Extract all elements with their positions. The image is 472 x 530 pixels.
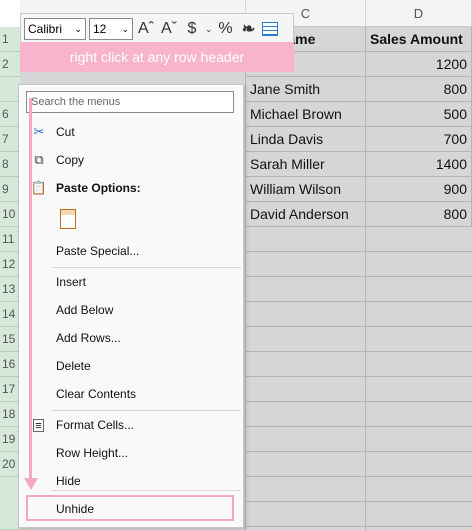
menu-search-input[interactable]: Search the menus	[26, 91, 234, 113]
row-header[interactable]: 18	[0, 402, 20, 427]
row-header[interactable]: 9	[0, 177, 20, 202]
table-cell[interactable]: 1200	[366, 52, 472, 77]
menu-item-add-below[interactable]: Add Below	[19, 297, 243, 323]
paste-icon	[60, 209, 76, 229]
menu-item-clear-contents[interactable]: Clear Contents	[19, 381, 243, 407]
row-header[interactable]: 19	[0, 427, 20, 452]
table-cell[interactable]: Jane Smith	[246, 77, 366, 102]
table-cell[interactable]: 800	[366, 202, 472, 227]
menu-item-paste-options: 📋 Paste Options:	[19, 175, 243, 201]
row-header[interactable]: 7	[0, 127, 20, 152]
chevron-down-icon[interactable]: ⌄	[205, 24, 213, 35]
font-size-value: 12	[93, 22, 107, 36]
clipboard-icon: 📋	[30, 180, 48, 195]
menu-item-label: Row Height...	[56, 446, 129, 460]
table-cell[interactable]: 900	[366, 177, 472, 202]
row-header[interactable]: 11	[0, 227, 20, 252]
menu-item-label: Paste Options:	[56, 181, 141, 195]
table-cell[interactable]: Sarah Miller	[246, 152, 366, 177]
arrow-down-icon	[24, 478, 38, 490]
row-header[interactable]: 13	[0, 277, 20, 302]
menu-item-label: Cut	[56, 125, 75, 139]
table-cell[interactable]: 500	[366, 102, 472, 127]
row-header[interactable]: 15	[0, 327, 20, 352]
column-header-d[interactable]: D	[366, 0, 472, 27]
row-header[interactable]: 16	[0, 352, 20, 377]
menu-separator	[51, 490, 241, 491]
row-header[interactable]: 8	[0, 152, 20, 177]
format-cells-icon: ≡	[33, 419, 44, 432]
menu-item-insert[interactable]: Insert	[19, 269, 243, 295]
menu-item-add-rows[interactable]: Add Rows...	[19, 325, 243, 351]
table-cell[interactable]: David Anderson	[246, 202, 366, 227]
row-header[interactable]	[0, 477, 20, 530]
menu-item-label: Add Rows...	[56, 331, 121, 345]
unhide-highlight-box	[26, 495, 234, 521]
row-header[interactable]: 6	[0, 102, 20, 127]
font-name-value: Calibri	[28, 22, 63, 36]
menu-item-label: Delete	[56, 359, 91, 373]
column-header-label: D	[413, 5, 424, 21]
menu-item-label: Paste Special...	[56, 244, 140, 258]
copy-icon: ⧉	[34, 152, 44, 167]
chevron-down-icon: ⌄	[121, 23, 129, 34]
comma-style-icon[interactable]: ❧	[239, 19, 259, 39]
menu-item-label: Hide	[56, 474, 81, 488]
scissors-icon: ✂	[33, 124, 45, 139]
menu-item-label: Format Cells...	[56, 418, 135, 432]
menu-item-label: Insert	[56, 275, 87, 289]
row-header[interactable]	[0, 77, 20, 102]
paste-option-button[interactable]	[55, 205, 81, 233]
menu-item-label: Add Below	[56, 303, 114, 317]
menu-item-cut[interactable]: ✂ Cut	[19, 119, 243, 145]
row-header[interactable]: 10	[0, 202, 20, 227]
format-table-icon[interactable]	[261, 22, 278, 36]
table-cell[interactable]: 700	[366, 127, 472, 152]
instruction-text: right click at any row header	[69, 49, 245, 65]
chevron-down-icon: ⌄	[74, 23, 82, 34]
table-cell[interactable]: Michael Brown	[246, 102, 366, 127]
annotation-arrow-line	[29, 98, 32, 483]
row-header[interactable]: 12	[0, 252, 20, 277]
row-header[interactable]: 1	[0, 27, 20, 52]
font-size-select[interactable]: 12 ⌄	[89, 18, 133, 40]
row-header[interactable]: 17	[0, 377, 20, 402]
menu-item-format-cells[interactable]: ≡ Format Cells...	[19, 412, 243, 438]
row-header[interactable]: 2	[0, 52, 20, 77]
menu-item-paste-special[interactable]: Paste Special...	[19, 238, 243, 264]
mini-toolbar: Calibri ⌄ 12 ⌄ Aˆ Aˇ $ ⌄ % ❧	[20, 13, 294, 45]
table-cell[interactable]: 800	[366, 77, 472, 102]
instruction-banner: right click at any row header	[20, 42, 294, 72]
menu-item-label: Copy	[56, 153, 85, 167]
menu-item-label: Clear Contents	[56, 387, 137, 401]
selected-range-right[interactable]	[246, 227, 472, 530]
table-header-cell[interactable]: Sales Amount	[366, 27, 472, 52]
table-cell[interactable]: Linda Davis	[246, 127, 366, 152]
currency-format-icon[interactable]: $	[182, 20, 202, 38]
font-name-select[interactable]: Calibri ⌄	[24, 18, 86, 40]
increase-font-size-icon[interactable]: Aˆ	[136, 20, 156, 38]
menu-separator	[51, 410, 241, 411]
row-header[interactable]: 20	[0, 452, 20, 477]
menu-item-row-height[interactable]: Row Height...	[19, 440, 243, 466]
context-menu: Search the menus ✂ Cut ⧉ Copy 📋 Paste Op…	[18, 84, 244, 528]
row-header[interactable]: 14	[0, 302, 20, 327]
table-cell[interactable]: 1400	[366, 152, 472, 177]
menu-item-copy[interactable]: ⧉ Copy	[19, 147, 243, 173]
menu-item-delete[interactable]: Delete	[19, 353, 243, 379]
percent-style-icon[interactable]: %	[216, 20, 236, 38]
column-header-label: C	[300, 5, 311, 21]
decrease-font-size-icon[interactable]: Aˇ	[159, 20, 179, 38]
menu-separator	[51, 267, 241, 268]
menu-search-placeholder: Search the menus	[31, 96, 121, 108]
table-cell[interactable]: William Wilson	[246, 177, 366, 202]
